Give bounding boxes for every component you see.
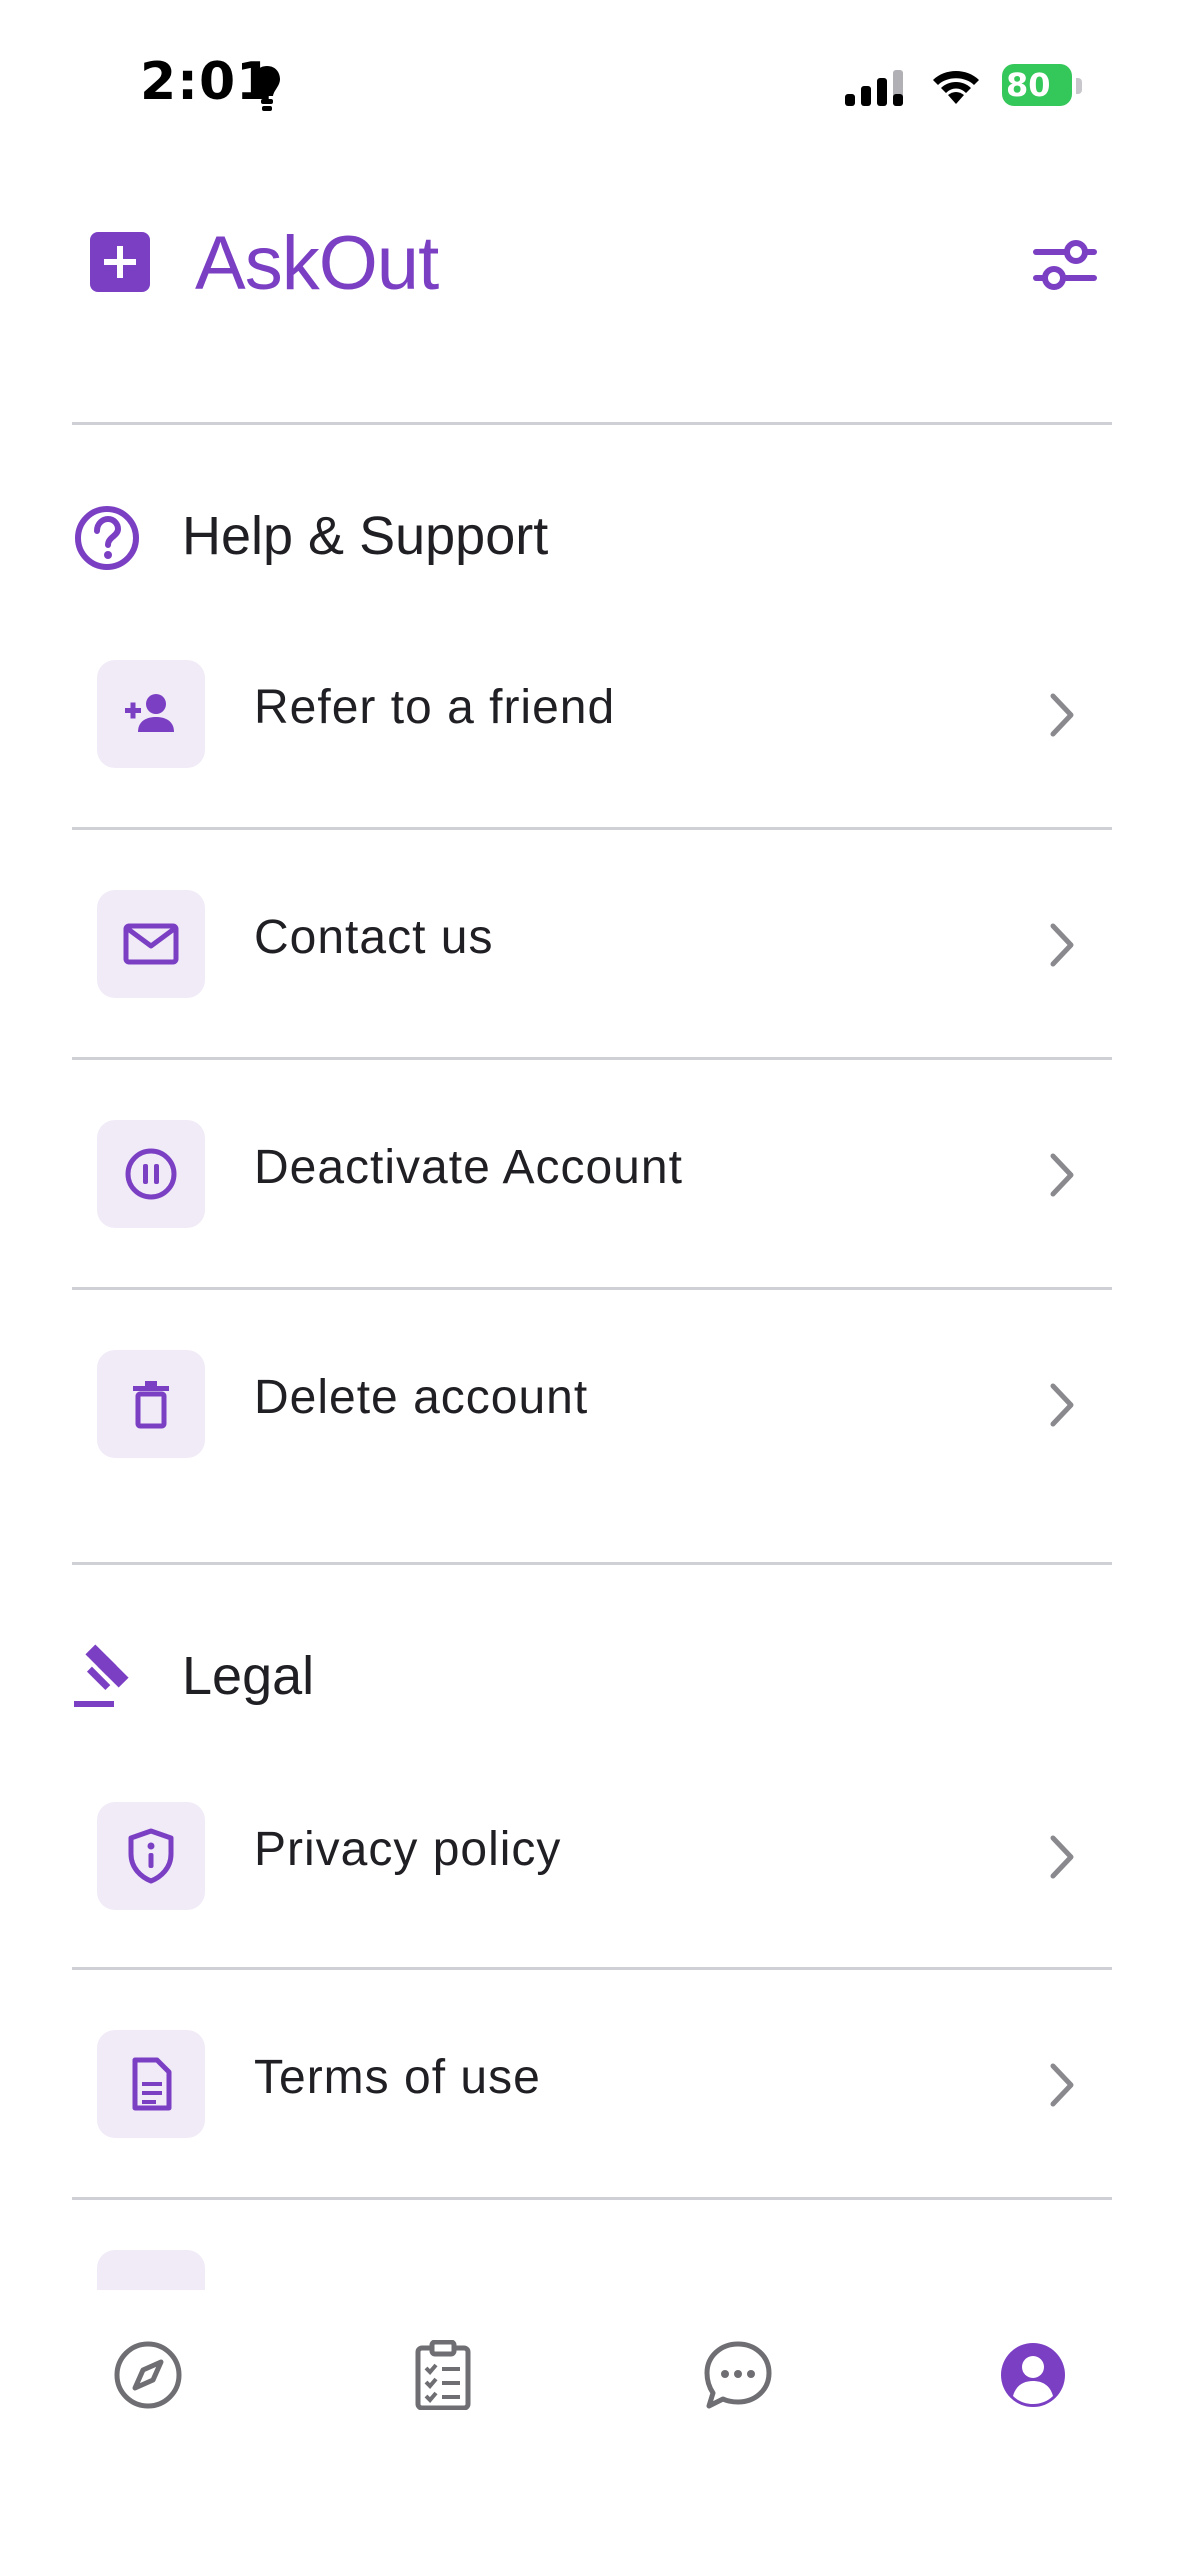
compass-icon: [114, 2341, 182, 2409]
divider: [72, 1562, 1112, 1565]
menu-item-delete-account[interactable]: Delete account: [72, 1290, 1112, 1518]
battery-indicator: 80: [1002, 64, 1082, 108]
tab-tasks[interactable]: [398, 2330, 488, 2420]
row-label: Contact us: [254, 911, 494, 964]
chevron-right-icon: [1050, 1153, 1074, 1197]
chat-bubble-icon: [704, 2341, 772, 2409]
chevron-right-icon: [1050, 1383, 1074, 1427]
menu-item-refer-friend[interactable]: Refer to a friend: [72, 600, 1112, 828]
filter-settings-icon[interactable]: [1030, 230, 1100, 300]
battery-level: 80: [1006, 66, 1051, 104]
shield-info-icon: [128, 1828, 174, 1884]
chevron-right-icon: [1050, 923, 1074, 967]
row-label: Deactivate Account: [254, 1141, 683, 1194]
tab-profile[interactable]: [988, 2330, 1078, 2420]
person-add-icon: [125, 694, 174, 732]
gavel-icon: [74, 1644, 129, 1707]
menu-item-contact-us[interactable]: Contact us: [72, 830, 1112, 1058]
chevron-right-icon: [1050, 693, 1074, 737]
menu-item-terms-of-use[interactable]: Terms of use: [72, 1970, 1112, 2198]
row-icon-box: [97, 1120, 205, 1228]
chevron-right-icon: [1050, 2063, 1074, 2107]
menu-item-privacy-policy[interactable]: Privacy policy: [72, 1742, 1112, 1970]
mail-icon: [123, 923, 179, 965]
row-icon-box: [97, 1350, 205, 1458]
section-header-help: Help & Support: [72, 495, 1072, 575]
row-label: Privacy policy: [254, 1823, 562, 1876]
menu-item-deactivate-account[interactable]: Deactivate Account: [72, 1060, 1112, 1288]
help-circle-icon: [75, 506, 139, 570]
status-bar: 2:01 80: [0, 0, 1179, 170]
divider: [72, 2197, 1112, 2200]
section-title: Legal: [182, 1646, 315, 1706]
clipboard-checklist-icon: [415, 2340, 471, 2410]
tab-messages[interactable]: [693, 2330, 783, 2420]
cellular-signal-icon: [845, 70, 903, 106]
tab-explore[interactable]: [103, 2330, 193, 2420]
row-label: Refer to a friend: [254, 681, 616, 734]
row-icon-box: [97, 2250, 205, 2290]
lightbulb-icon: [254, 66, 280, 111]
document-icon: [132, 2057, 172, 2111]
tab-bar: [0, 2290, 1179, 2556]
row-icon-box: [97, 890, 205, 998]
trash-icon: [133, 1381, 169, 1429]
pause-circle-icon: [125, 1148, 177, 1200]
row-icon-box: [97, 2030, 205, 2138]
wifi-icon: [933, 71, 979, 104]
chevron-right-icon: [1050, 1835, 1074, 1879]
add-box-icon: [90, 232, 150, 292]
user-circle-icon: [1001, 2343, 1065, 2407]
app-header: AskOut: [0, 190, 1179, 340]
app-title: AskOut: [195, 221, 439, 306]
row-label: Delete account: [254, 1371, 589, 1424]
section-title: Help & Support: [182, 506, 549, 566]
divider: [72, 422, 1112, 425]
section-header-legal: Legal: [72, 1635, 1072, 1715]
row-icon-box: [97, 1802, 205, 1910]
row-icon-box: [97, 660, 205, 768]
row-label: Terms of use: [254, 2051, 541, 2104]
